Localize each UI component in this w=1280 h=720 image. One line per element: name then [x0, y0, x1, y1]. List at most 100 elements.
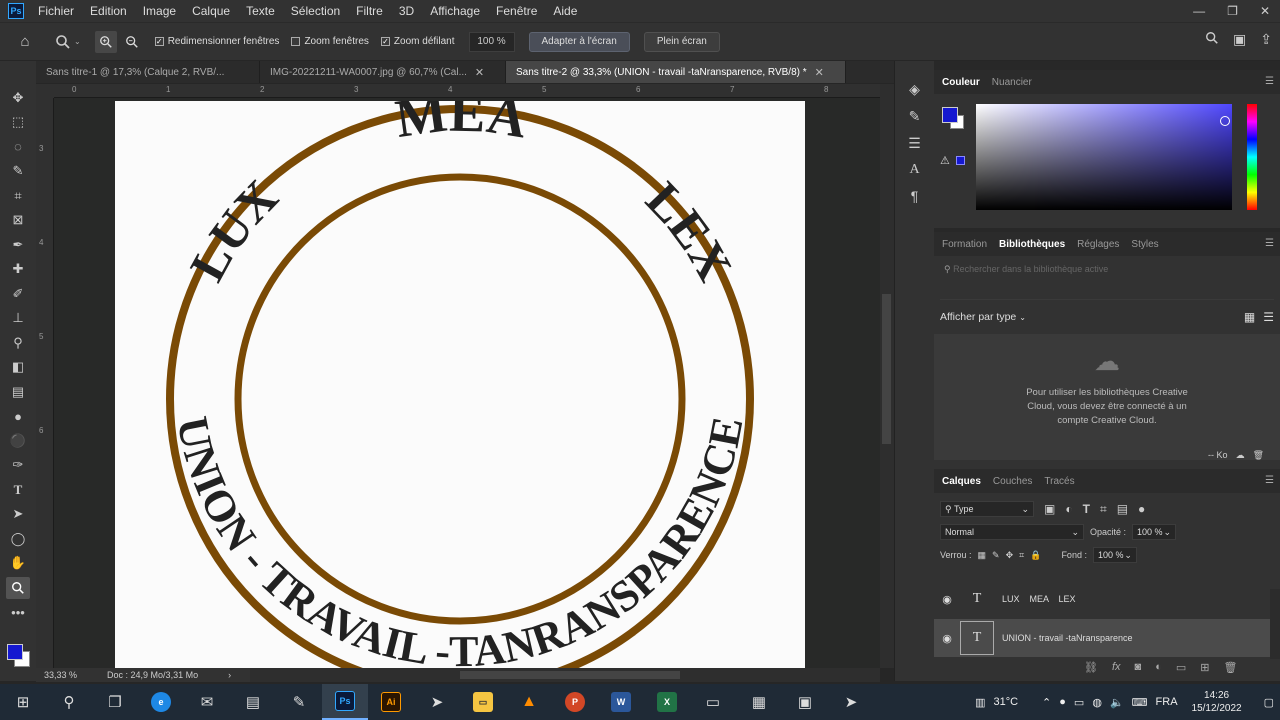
pen-app-icon[interactable]: ✎	[276, 684, 322, 720]
vlc-icon[interactable]: ▲	[506, 684, 552, 720]
ellipse-tool-icon[interactable]: ◯	[6, 528, 30, 550]
library-select[interactable]	[940, 286, 1274, 300]
canvas-area[interactable]: LUX MEA LEX UNION - TRAVAIL -TANRANSPARE…	[54, 98, 880, 668]
cloud-sync-icon[interactable]: ☁	[1236, 450, 1245, 461]
lock-position-icon[interactable]: ✥	[1006, 550, 1014, 561]
gradient-tool-icon[interactable]: ▤	[6, 381, 30, 403]
layer-row-selected[interactable]: ◉ T UNION - travail -taNransparence	[934, 619, 1270, 657]
zoom-tool-icon[interactable]	[6, 577, 30, 599]
battery-icon[interactable]: ▭	[1074, 696, 1084, 709]
tab-traces[interactable]: Tracés	[1044, 476, 1074, 487]
dodge-tool-icon[interactable]: ⚫	[6, 430, 30, 452]
volume-icon[interactable]: 🔈	[1110, 696, 1124, 709]
clock[interactable]: 14:26 15/12/2022	[1192, 689, 1242, 715]
full-screen-button[interactable]: Plein écran	[643, 31, 720, 52]
menu-fichier[interactable]: Fichier	[38, 4, 74, 18]
library-search-input[interactable]: ⚲ Rechercher dans la bibliothèque active	[940, 264, 1274, 280]
scrubby-zoom-checkbox[interactable]: ✓ Zoom défilant	[380, 36, 455, 47]
mask-icon[interactable]: ◙	[1135, 661, 1142, 674]
app-icon[interactable]: ▣	[782, 684, 828, 720]
lock-artboard-icon[interactable]: ⌗	[1019, 550, 1024, 561]
mail-icon[interactable]: ✉	[184, 684, 230, 720]
zoom-percent-field[interactable]: 100 %	[468, 31, 515, 52]
fit-screen-button[interactable]: Adapter à l'écran	[528, 31, 630, 52]
scrollbar-thumb[interactable]	[460, 671, 680, 679]
filter-pixel-icon[interactable]: ▣	[1044, 502, 1055, 516]
blur-tool-icon[interactable]: ●	[6, 406, 30, 428]
menu-texte[interactable]: Texte	[246, 4, 275, 18]
frame-tool-icon[interactable]: ⊠	[6, 210, 30, 232]
paragraph-icon[interactable]: ¶	[911, 188, 919, 204]
excel-icon[interactable]: X	[644, 684, 690, 720]
tab-formation[interactable]: Formation	[942, 239, 987, 250]
color-swatches[interactable]	[4, 632, 32, 667]
microphone-icon[interactable]: ●	[1059, 696, 1066, 708]
store-icon[interactable]: ▤	[230, 684, 276, 720]
workspace-icon[interactable]: ▣	[1233, 31, 1246, 48]
menu-selection[interactable]: Sélection	[291, 4, 340, 18]
scrollbar-thumb[interactable]	[882, 294, 891, 444]
layer-row[interactable]: ◉ T LUX MEA LEX	[934, 580, 1270, 618]
network-icon[interactable]: ◍	[1092, 696, 1102, 709]
view-by-type-dropdown[interactable]: Afficher par type ⌄	[940, 311, 1026, 323]
eye-icon[interactable]: ◉	[934, 632, 960, 645]
panel-menu-icon[interactable]: ☰	[1265, 475, 1274, 486]
fx-icon[interactable]: fx	[1112, 661, 1121, 674]
character-icon[interactable]: A	[909, 162, 919, 178]
properties-icon[interactable]: ☰	[908, 135, 921, 152]
layers-scrollbar[interactable]	[1270, 589, 1280, 659]
menu-3d[interactable]: 3D	[399, 4, 414, 18]
horizontal-scrollbar[interactable]	[250, 668, 880, 682]
weather-icon[interactable]: ▥	[975, 696, 985, 709]
trash-icon[interactable]: 🗑	[1253, 450, 1264, 461]
file-explorer-icon[interactable]: ▭	[460, 684, 506, 720]
type-tool-icon[interactable]: T	[6, 479, 30, 501]
move-tool-icon[interactable]: ✥	[6, 87, 30, 109]
weather-temp[interactable]: 31°C	[993, 696, 1018, 708]
zoom-level[interactable]: 33,33 %	[44, 670, 77, 680]
path-select-tool-icon[interactable]: ➤	[6, 504, 30, 526]
language-indicator[interactable]: FRA	[1156, 696, 1178, 708]
tab-reglages[interactable]: Réglages	[1077, 239, 1119, 250]
close-icon[interactable]: ✕	[1260, 4, 1270, 18]
marquee-tool-icon[interactable]: ⬚	[6, 112, 30, 134]
filter-smart-icon[interactable]: ▤	[1117, 502, 1128, 516]
menu-aide[interactable]: Aide	[553, 4, 577, 18]
tab-styles[interactable]: Styles	[1131, 239, 1158, 250]
lasso-tool-icon[interactable]: ◌	[6, 136, 30, 158]
more-tools-icon[interactable]: •••	[6, 602, 30, 624]
filter-shape-icon[interactable]: ⌗	[1100, 502, 1107, 517]
word-icon[interactable]: W	[598, 684, 644, 720]
restore-icon[interactable]: ❐	[1227, 4, 1238, 18]
vertical-scrollbar[interactable]	[880, 84, 894, 668]
hue-slider[interactable]	[1247, 104, 1257, 210]
zoom-in-icon[interactable]	[94, 30, 117, 53]
illustrator-taskbar-icon[interactable]: Ai	[368, 684, 414, 720]
link-icon[interactable]: ⛓	[1084, 661, 1098, 674]
stamp-tool-icon[interactable]: ⊥	[6, 308, 30, 330]
pen-tool-icon[interactable]: ✑	[6, 455, 30, 477]
tab-img-20221211[interactable]: IMG-20221211-WA0007.jpg @ 60,7% (Cal... …	[260, 61, 506, 83]
color-picker-cursor[interactable]	[1220, 116, 1230, 126]
healing-brush-icon[interactable]: ✚	[6, 259, 30, 281]
calculator-icon[interactable]: ▦	[736, 684, 782, 720]
zoom-out-icon[interactable]	[121, 31, 143, 53]
edge-icon[interactable]: e	[138, 684, 184, 720]
new-layer-icon[interactable]: ⊞	[1200, 661, 1209, 674]
chevron-right-icon[interactable]: ›	[228, 670, 231, 680]
task-view-icon[interactable]: ❐	[92, 684, 138, 720]
fill-field[interactable]: 100 % ⌄	[1092, 547, 1137, 563]
app-icon[interactable]: ▭	[690, 684, 736, 720]
menu-edition[interactable]: Edition	[90, 4, 127, 18]
resize-windows-checkbox[interactable]: ✓ Redimensionner fenêtres	[154, 36, 279, 47]
history-brush-icon[interactable]: ⚲	[6, 332, 30, 354]
filter-adjust-icon[interactable]: ◐	[1065, 502, 1072, 516]
close-icon[interactable]: ✕	[475, 66, 484, 79]
chevron-up-icon[interactable]: ⌃	[1042, 696, 1051, 709]
eraser-tool-icon[interactable]: ◧	[6, 357, 30, 379]
powerpoint-icon[interactable]: P	[552, 684, 598, 720]
zoom-tool-icon[interactable]	[52, 31, 74, 53]
blend-mode-dropdown[interactable]: Normal ⌄	[940, 524, 1084, 540]
lock-pixels-icon[interactable]: ✎	[992, 550, 1000, 561]
foreground-color-swatch[interactable]	[7, 644, 23, 660]
